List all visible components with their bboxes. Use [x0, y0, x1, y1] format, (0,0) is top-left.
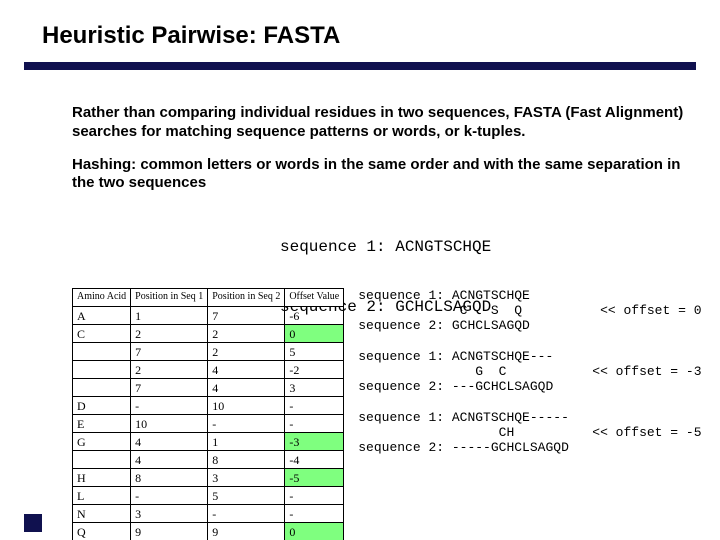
- lower-area: Amino Acid Position in Seq 1 Position in…: [72, 288, 702, 540]
- paragraph-1: Rather than comparing individual residue…: [72, 104, 692, 142]
- alignment-block: sequence 1: ACNGTSCHQE--- G C << offset …: [358, 349, 701, 394]
- table-row: N3--: [73, 505, 344, 523]
- table-cell: 9: [131, 523, 208, 540]
- table-cell: 8: [208, 451, 285, 469]
- table-row: A17-6: [73, 307, 344, 325]
- table-cell: 2: [131, 325, 208, 343]
- table-row: 743: [73, 379, 344, 397]
- table-cell: 7: [131, 343, 208, 361]
- alignment-block: sequence 1: ACNGTSCHQE----- CH << offset…: [358, 410, 701, 455]
- footer-square-icon: [24, 514, 42, 532]
- alignment-block: sequence 1: ACNGTSCHQE C S Q << offset =…: [358, 288, 701, 333]
- table-row: 48-4: [73, 451, 344, 469]
- table-cell: H: [73, 469, 131, 487]
- table-cell: 4: [131, 451, 208, 469]
- alignment-examples: sequence 1: ACNGTSCHQE C S Q << offset =…: [358, 288, 701, 471]
- table-cell: 0: [285, 325, 344, 343]
- table-cell: Q: [73, 523, 131, 540]
- table-cell: 1: [208, 433, 285, 451]
- table-cell: 7: [131, 379, 208, 397]
- table-cell: -: [285, 505, 344, 523]
- table-cell: -5: [285, 469, 344, 487]
- table-cell: [73, 361, 131, 379]
- table-cell: -3: [285, 433, 344, 451]
- table-cell: N: [73, 505, 131, 523]
- table-cell: 5: [285, 343, 344, 361]
- table-cell: 10: [208, 397, 285, 415]
- table-cell: 2: [208, 343, 285, 361]
- table-cell: -2: [285, 361, 344, 379]
- seq-header-line1: sequence 1: ACNGTSCHQE: [280, 237, 692, 257]
- table-cell: -: [131, 397, 208, 415]
- table-cell: -: [285, 397, 344, 415]
- table-row: 725: [73, 343, 344, 361]
- table-cell: 4: [131, 433, 208, 451]
- table-row: 24-2: [73, 361, 344, 379]
- table-cell: 3: [131, 505, 208, 523]
- table-cell: -4: [285, 451, 344, 469]
- table-row: H83-5: [73, 469, 344, 487]
- table-cell: 7: [208, 307, 285, 325]
- table-row: L-5-: [73, 487, 344, 505]
- table-cell: 2: [208, 325, 285, 343]
- table-cell: 4: [208, 361, 285, 379]
- col-pos-seq2: Position in Seq 2: [208, 289, 285, 307]
- offset-table-header-row: Amino Acid Position in Seq 1 Position in…: [73, 289, 344, 307]
- table-cell: [73, 379, 131, 397]
- table-row: C220: [73, 325, 344, 343]
- table-cell: G: [73, 433, 131, 451]
- table-cell: 0: [285, 523, 344, 540]
- slide: Heuristic Pairwise: FASTA Rather than co…: [0, 0, 720, 540]
- col-offset: Offset Value: [285, 289, 344, 307]
- table-cell: C: [73, 325, 131, 343]
- table-cell: [73, 343, 131, 361]
- paragraph-2: Hashing: common letters or words in the …: [72, 156, 692, 194]
- table-cell: -: [208, 415, 285, 433]
- table-row: E10--: [73, 415, 344, 433]
- table-cell: [73, 451, 131, 469]
- table-row: D-10-: [73, 397, 344, 415]
- table-cell: 4: [208, 379, 285, 397]
- table-cell: -: [131, 487, 208, 505]
- table-cell: 10: [131, 415, 208, 433]
- table-cell: 9: [208, 523, 285, 540]
- table-cell: -6: [285, 307, 344, 325]
- table-cell: 8: [131, 469, 208, 487]
- col-amino-acid: Amino Acid: [73, 289, 131, 307]
- table-row: Q990: [73, 523, 344, 540]
- table-cell: 3: [285, 379, 344, 397]
- table-cell: -: [208, 505, 285, 523]
- title-underline: [24, 62, 696, 70]
- page-title: Heuristic Pairwise: FASTA: [42, 22, 340, 50]
- offset-table: Amino Acid Position in Seq 1 Position in…: [72, 288, 344, 540]
- table-cell: 5: [208, 487, 285, 505]
- table-row: G41-3: [73, 433, 344, 451]
- table-cell: 2: [131, 361, 208, 379]
- table-cell: E: [73, 415, 131, 433]
- table-cell: 3: [208, 469, 285, 487]
- table-cell: -: [285, 415, 344, 433]
- table-cell: D: [73, 397, 131, 415]
- table-cell: -: [285, 487, 344, 505]
- col-pos-seq1: Position in Seq 1: [131, 289, 208, 307]
- table-cell: 1: [131, 307, 208, 325]
- table-cell: L: [73, 487, 131, 505]
- table-cell: A: [73, 307, 131, 325]
